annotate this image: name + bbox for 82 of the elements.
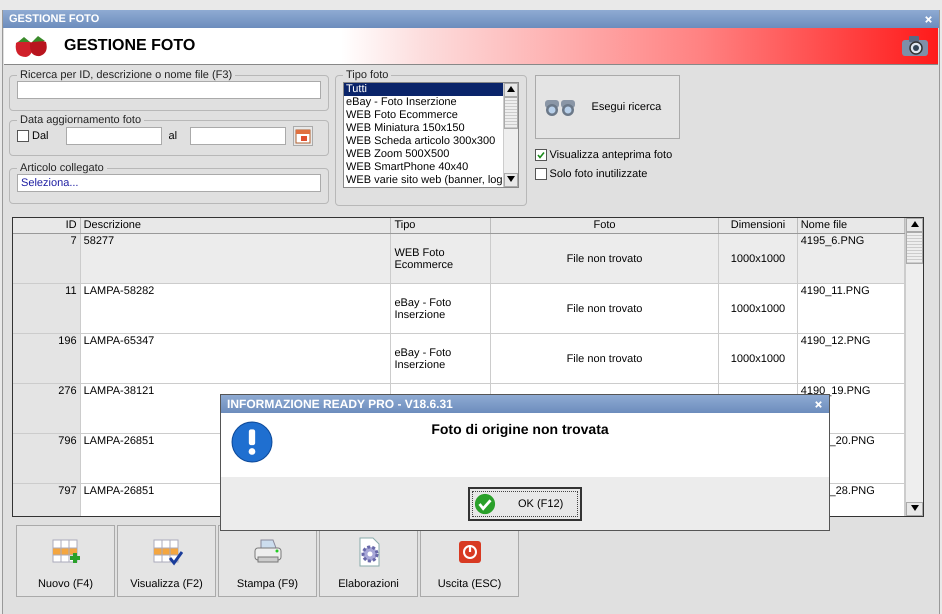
table-cell: 7 xyxy=(70,235,77,247)
group-label: Data aggiornamento foto xyxy=(19,114,142,126)
column-header[interactable]: Dimensioni xyxy=(719,218,798,233)
table-cell: 196 xyxy=(58,335,77,347)
camera-icon xyxy=(900,34,930,58)
table-row[interactable]: 7 58277 WEB Foto Ecommerce File non trovato 1000x1000 4195_6.PNG xyxy=(13,234,905,284)
table-cell-text: eBay - Foto Inserzione xyxy=(394,296,452,320)
group-label: Ricerca per ID, descrizione o nome file (F3) xyxy=(19,69,234,81)
toolbar-button[interactable]: Visualizza (F2) xyxy=(117,525,216,597)
table-cell: 11 xyxy=(65,285,77,297)
table-cell-text: eBay - Foto Inserzione xyxy=(394,346,452,370)
checkbox[interactable] xyxy=(534,168,547,180)
table-cell: File non trovato xyxy=(566,252,642,264)
table-cell: 4190_11.PNG xyxy=(800,285,870,297)
exclamation-icon xyxy=(231,421,273,463)
search-button[interactable]: Esegui ricerca xyxy=(534,75,680,139)
table-cell: 1000x1000 xyxy=(730,352,786,364)
calendar-button[interactable] xyxy=(293,126,314,146)
toolbar-button[interactable]: Nuovo (F4) xyxy=(16,525,115,597)
table-cell: 4190_19.PNG xyxy=(800,385,870,397)
checkbox-label: Solo foto inutilizzate xyxy=(550,168,648,180)
table-cell: LAMPA-26851 xyxy=(84,485,154,497)
checkbox[interactable] xyxy=(534,148,547,160)
close-icon[interactable] xyxy=(924,14,933,24)
table-cell: _20.PNG xyxy=(830,435,875,447)
scroll-up-icon[interactable] xyxy=(910,221,918,227)
table-row[interactable]: 196 LAMPA-65347 eBay - Foto Inserzione File non trovato 1000x1000 4190_12.PNG xyxy=(13,334,905,384)
column-header[interactable]: Descrizione xyxy=(80,218,392,233)
table-cell: LAMPA-65347 xyxy=(84,335,154,347)
column-header[interactable]: ID xyxy=(13,218,81,233)
list-item[interactable]: WEB Foto Ecommerce xyxy=(344,109,503,122)
date-field[interactable] xyxy=(66,127,162,145)
toolbar-button[interactable]: Stampa (F9) xyxy=(218,525,317,597)
search-field[interactable] xyxy=(17,81,321,99)
table-row[interactable]: 11 LAMPA-58282 eBay - Foto Inserzione File non trovato 1000x1000 4190_11.PNG xyxy=(13,284,905,334)
checkbox-label: Dal xyxy=(32,130,49,142)
table-cell: 276 xyxy=(58,385,77,397)
table-cell-text: WEB Foto Ecommerce xyxy=(394,246,454,270)
table-cell: 58277 xyxy=(84,235,114,247)
table-cell: 4190_12.PNG xyxy=(800,335,870,347)
column-header[interactable]: Tipo xyxy=(391,218,491,233)
item-select-field[interactable]: Seleziona... xyxy=(17,174,321,192)
list-item[interactable]: WEB Miniatura 150x150 xyxy=(344,122,503,135)
group-label: Articolo collegato xyxy=(19,162,105,174)
field-label: al xyxy=(168,130,178,142)
table-cell: 4195_6.PNG xyxy=(800,235,864,247)
table-cell: LAMPA-38121 xyxy=(84,385,154,397)
table-cell: 1000x1000 xyxy=(730,302,786,314)
list-item[interactable]: WEB SmartPhone 40x40 xyxy=(344,161,503,174)
checkbox[interactable] xyxy=(17,130,29,142)
list-item[interactable]: WEB Zoom 500X500 xyxy=(344,148,503,161)
dialog-title: INFORMAZIONE READY PRO - V18.6.31 xyxy=(227,397,453,411)
table-cell: LAMPA-58282 xyxy=(84,285,154,297)
column-header[interactable]: Foto xyxy=(490,218,720,233)
table-cell: File non trovato xyxy=(566,302,642,314)
date-field[interactable] xyxy=(190,127,286,145)
table-cell: _28.PNG xyxy=(830,485,875,497)
table-cell: 1000x1000 xyxy=(730,252,786,264)
list-item[interactable]: Tutti xyxy=(344,83,503,96)
header-title: GESTIONE FOTO xyxy=(64,37,196,55)
checkbox-label: Visualizza anteprima foto xyxy=(550,148,672,160)
list-item[interactable]: WEB Scheda articolo 300x300 xyxy=(344,135,503,148)
dialog-message: Foto di origine non trovata xyxy=(430,421,610,437)
table-cell: 796 xyxy=(58,435,77,447)
window-title: GESTIONE FOTO xyxy=(9,13,100,25)
scrollbar[interactable] xyxy=(905,218,923,516)
scroll-thumb[interactable] xyxy=(504,97,518,129)
scroll-down-icon[interactable] xyxy=(506,176,515,182)
close-icon[interactable] xyxy=(814,400,823,408)
ok-button[interactable]: OK (F12) xyxy=(468,486,582,520)
scroll-down-icon[interactable] xyxy=(910,505,918,511)
table-cell: LAMPA-26851 xyxy=(84,435,154,447)
scroll-thumb[interactable] xyxy=(906,232,923,264)
scroll-up-icon[interactable] xyxy=(506,86,515,92)
check-icon xyxy=(474,492,496,514)
calendar-icon xyxy=(295,128,312,144)
table-cell: File non trovato xyxy=(566,352,642,364)
list-item[interactable]: eBay - Foto Inserzione xyxy=(344,96,503,109)
group-label: Tipo foto xyxy=(345,69,390,81)
list-item[interactable]: WEB varie sito web (banner, log xyxy=(344,174,503,187)
scrollbar[interactable] xyxy=(502,83,518,187)
table-cell: 797 xyxy=(58,485,77,497)
